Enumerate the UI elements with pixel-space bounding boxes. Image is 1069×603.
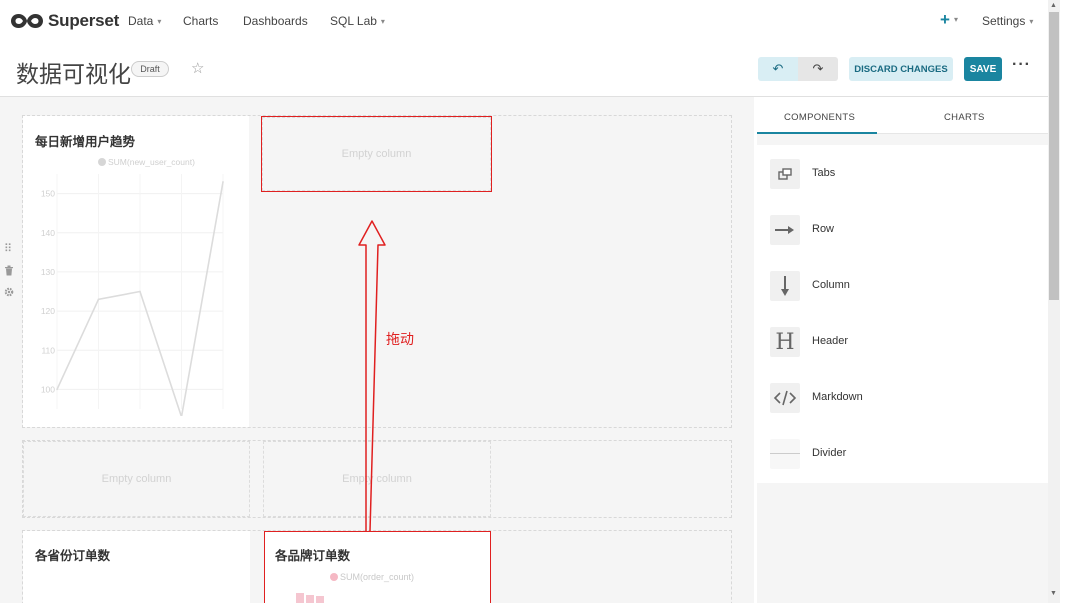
component-header[interactable]: H Header [757,313,1048,369]
redo-button[interactable]: ↷ [798,57,838,81]
new-item-button[interactable]: + ▾ [940,10,958,30]
top-navbar: Superset Data ▾ Charts Dashboards SQL Lab… [0,0,1048,42]
legend-dot [98,158,106,166]
trash-icon[interactable] [4,265,14,279]
data-point [56,388,58,391]
scroll-up-icon[interactable]: ▲ [1050,2,1057,9]
data-point [97,298,100,301]
arrow-right-icon [770,215,800,245]
drop-target-highlight [261,116,492,192]
tab-charts[interactable]: CHARTS [944,112,985,123]
nav-charts[interactable]: Charts [183,14,218,28]
component-tabs[interactable]: Tabs [757,145,1048,201]
nav-sqllab-menu[interactable]: SQL Lab ▾ [330,14,385,28]
component-label: Markdown [812,391,863,403]
dashboard-title[interactable]: 数据可视化 [16,55,131,89]
drag-source-highlight [264,531,491,603]
discard-changes-button[interactable]: DISCARD CHANGES [849,57,953,81]
tab-components[interactable]: COMPONENTS [784,112,855,123]
empty-column[interactable]: Empty column [23,441,250,517]
scrollbar-thumb[interactable] [1049,12,1059,300]
chart-title: 各省份订单数 [35,548,111,563]
superset-logo[interactable]: Superset [10,11,119,31]
scroll-down-icon[interactable]: ▼ [1050,590,1057,597]
x-tick-label: Mon 15 [84,414,113,416]
component-label: Row [812,223,835,235]
y-tick-label: 140 [41,228,55,238]
draft-badge: Draft [131,61,169,77]
line-chart: SUM(new_user_count) 100 110 120 130 140 150 Mon… [41,157,224,416]
component-label: Header [812,335,849,347]
redo-icon: ↷ [812,61,824,76]
chevron-down-icon: ▾ [380,17,385,26]
superset-logo-icon [11,14,43,28]
nav-data-label: Data [128,14,154,28]
tabs-icon [770,159,800,189]
data-point [139,290,141,293]
settings-label: Settings [982,14,1026,28]
y-tick-label: 130 [41,267,55,277]
component-divider[interactable]: Divider [757,425,1048,481]
active-tab-indicator [757,132,877,134]
save-button[interactable]: SAVE [964,57,1002,81]
component-label: Divider [812,447,847,459]
gear-icon[interactable] [4,287,14,300]
undo-icon: ↶ [772,61,784,76]
nav-sqllab-label: SQL Lab [330,14,377,28]
nav-data-menu[interactable]: Data ▾ [128,14,161,28]
app-window: Superset Data ▾ Charts Dashboards SQL Lab… [0,0,1069,603]
favorite-star-icon[interactable]: ☆ [191,59,204,77]
component-row[interactable]: Row [757,201,1048,257]
chevron-down-icon: ▾ [1029,17,1034,26]
nav-dashboards[interactable]: Dashboards [243,14,308,28]
code-icon [770,383,800,413]
brand-name: Superset [48,11,120,30]
component-label: Tabs [812,167,836,179]
component-markdown[interactable]: Markdown [757,369,1048,425]
undo-button[interactable]: ↶ [758,57,798,81]
legend-label: SUM(new_user_count) [108,157,195,167]
data-point [222,181,224,183]
component-column[interactable]: Column [757,257,1048,313]
y-tick-label: 100 [41,384,55,394]
dashboard-grid: 每日新增用户趋势 SUM(new_user_count) 100 110 120 130… [0,97,754,603]
header-h-icon: H [770,327,800,357]
settings-menu[interactable]: Settings ▾ [982,14,1033,28]
panel-tabs: COMPONENTS CHARTS [757,97,1048,134]
chevron-down-icon: ▾ [953,15,958,24]
builder-panel: COMPONENTS CHARTS Tabs Row Column H Head… [757,97,1048,603]
plus-icon: + [940,10,950,29]
components-list: Tabs Row Column H Header Markdown Divide… [757,145,1048,483]
y-tick-label: 120 [41,306,55,316]
y-tick-label: 110 [41,345,55,355]
chart-card-province-orders[interactable]: 各省份订单数 [23,531,250,603]
drag-handle-icon[interactable]: ⠿ [4,242,12,255]
more-options-icon[interactable]: ··· [1012,56,1031,74]
empty-column[interactable]: Empty column [263,441,491,517]
component-label: Column [812,279,850,291]
y-tick-label: 150 [41,189,55,199]
divider-icon [770,439,800,469]
chart-card-daily-users[interactable]: 每日新增用户趋势 SUM(new_user_count) 100 110 120 130… [23,116,249,427]
chevron-down-icon: ▾ [157,17,162,26]
arrow-down-icon [770,271,800,301]
